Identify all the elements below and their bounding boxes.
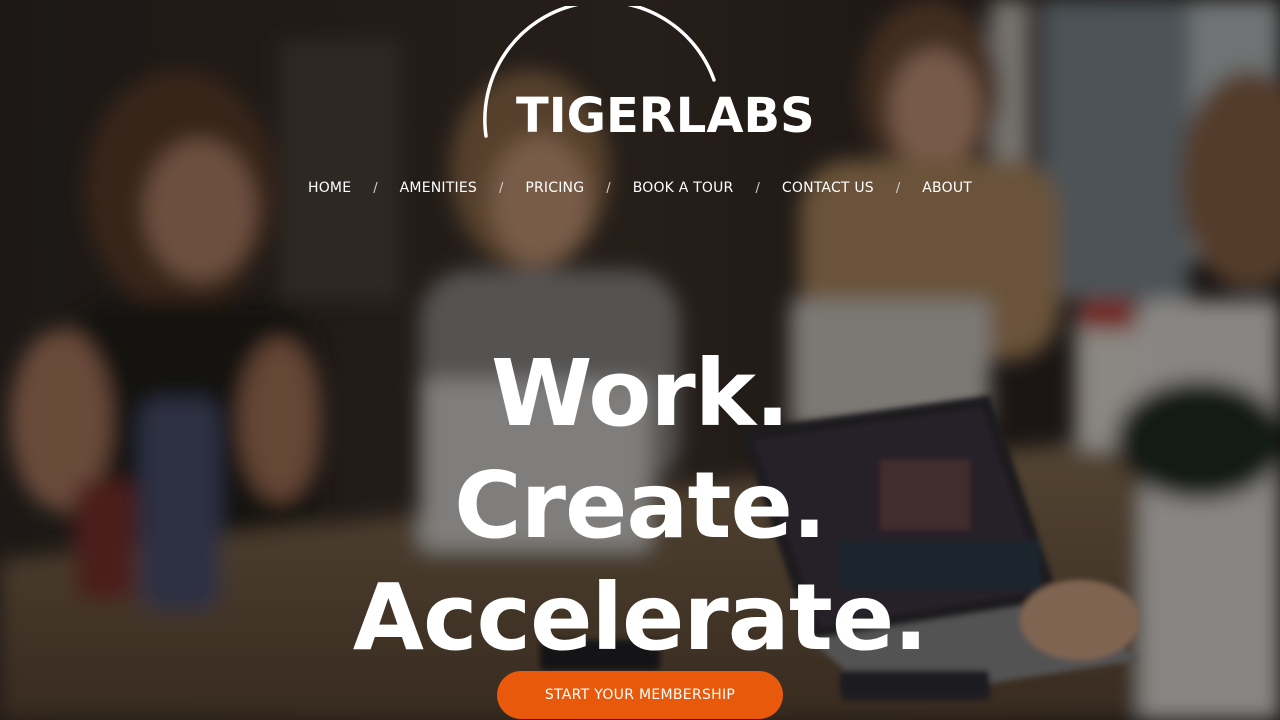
hero-headline-line-work: Work. [491,340,790,447]
main-nav: HOME / AMENITIES / PRICING / BOOK A TOUR… [0,177,1280,199]
nav-item-book-a-tour[interactable]: BOOK A TOUR [633,180,734,196]
nav-item-pricing[interactable]: PRICING [525,180,584,196]
nav-item-amenities[interactable]: AMENITIES [400,180,477,196]
brand-logo[interactable]: TIGERLABS [480,6,820,142]
hero-headline-line-accelerate: Accelerate. [352,564,928,671]
nav-separator: / [373,180,378,196]
nav-item-contact-us[interactable]: CONTACT US [782,180,874,196]
nav-separator: / [606,180,611,196]
nav-separator: / [895,180,901,196]
nav-separator: / [755,180,760,196]
nav-separator: / [498,180,504,196]
hero-headline: Work. Create. Accelerate. [0,338,1280,674]
hero-headline-line-create: Create. [454,452,827,559]
nav-item-about[interactable]: ABOUT [922,180,972,196]
brand-name: TIGERLABS [516,88,815,144]
start-membership-button[interactable]: START YOUR MEMBERSHIP [497,671,783,719]
nav-item-home[interactable]: HOME [308,180,351,196]
